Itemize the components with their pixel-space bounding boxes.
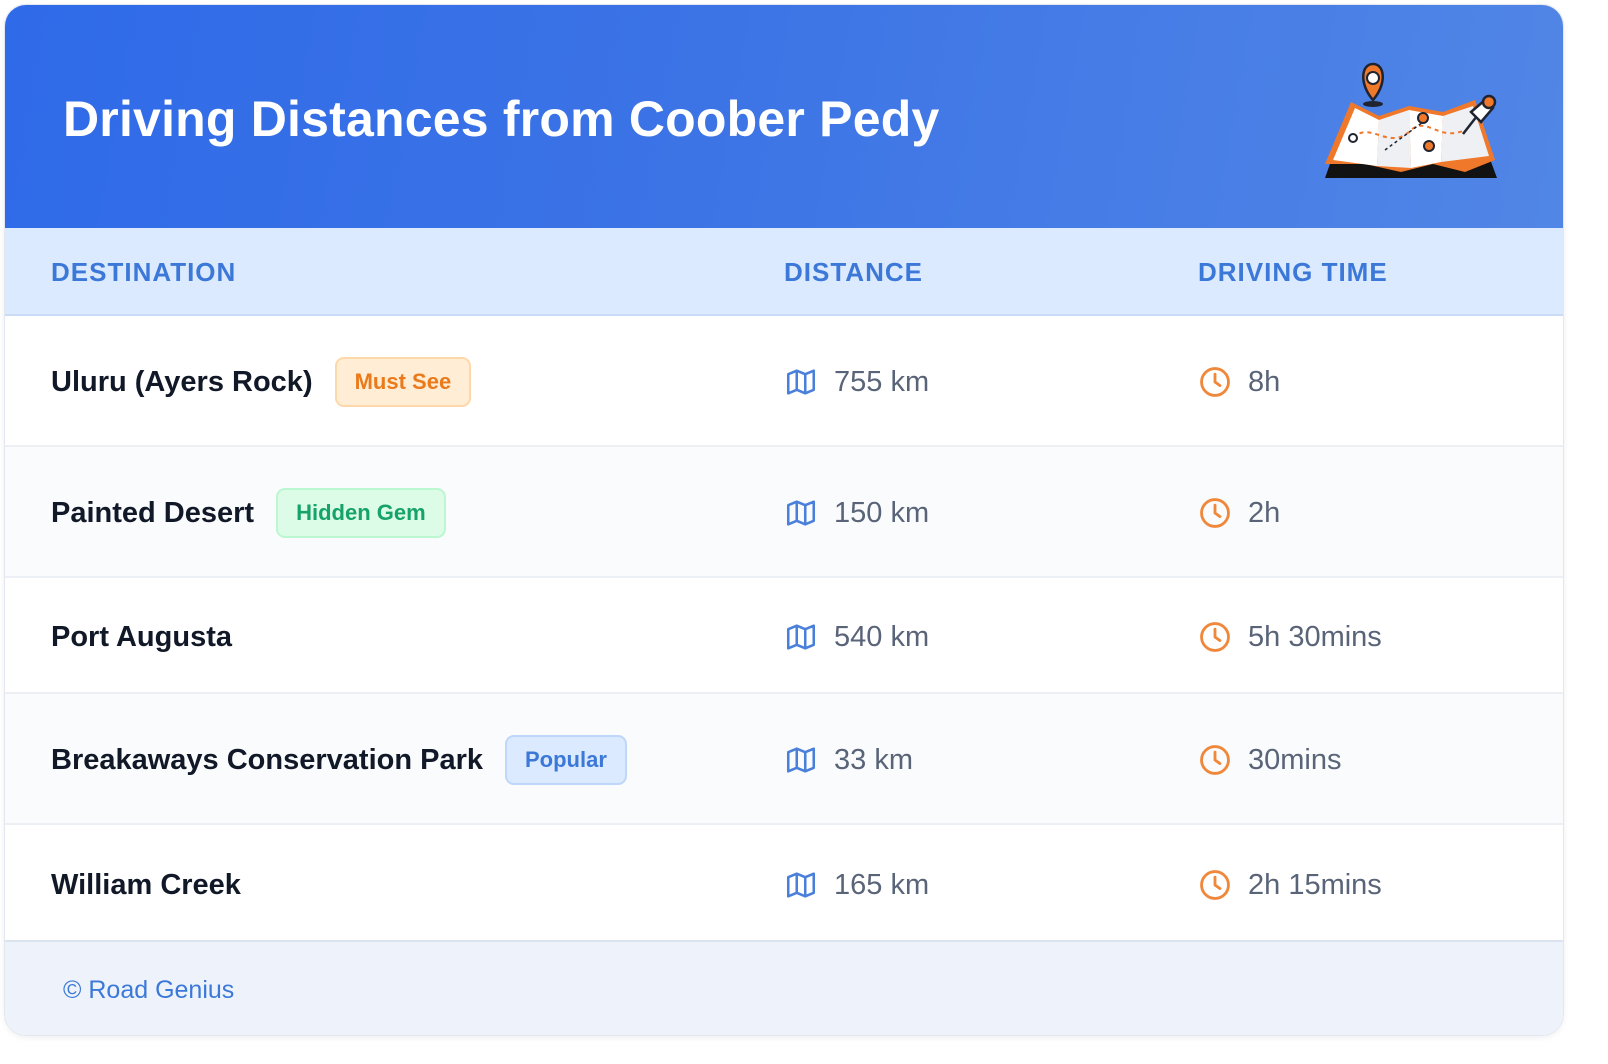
table-header: DESTINATION DISTANCE DRIVING TIME bbox=[5, 228, 1563, 316]
destination-name: Uluru (Ayers Rock) bbox=[51, 366, 313, 398]
distance-value: 150 km bbox=[834, 497, 930, 529]
distance-cell: 755 km bbox=[784, 362, 929, 402]
clock-icon bbox=[1200, 367, 1230, 397]
destination-name: Painted Desert bbox=[51, 497, 255, 529]
popular-badge: Popular bbox=[505, 735, 627, 785]
destination-cell: Breakaways Conservation Park Popular bbox=[51, 735, 627, 785]
distance-value: 33 km bbox=[834, 744, 913, 776]
destination-name: William Creek bbox=[51, 869, 241, 901]
column-header-distance: DISTANCE bbox=[784, 257, 923, 287]
destination-cell: William Creek bbox=[51, 860, 241, 910]
clock-icon bbox=[1200, 745, 1230, 775]
header-banner: Driving Distances from Coober Pedy bbox=[5, 5, 1563, 228]
map-icon bbox=[786, 369, 816, 395]
distance-cell: 540 km bbox=[784, 617, 929, 657]
driving-time-value: 30mins bbox=[1248, 744, 1342, 776]
driving-time-value: 2h 15mins bbox=[1248, 869, 1382, 901]
driving-time-cell: 30mins bbox=[1198, 740, 1342, 780]
destination-cell: Painted Desert Hidden Gem bbox=[51, 488, 446, 538]
distance-cell: 150 km bbox=[784, 493, 929, 533]
destination-name: Port Augusta bbox=[51, 621, 232, 653]
driving-time-cell: 8h bbox=[1198, 362, 1280, 402]
distance-value: 540 km bbox=[834, 621, 930, 653]
column-header-destination: DESTINATION bbox=[51, 257, 237, 287]
driving-time-cell: 2h 15mins bbox=[1198, 865, 1382, 905]
destination-cell: Uluru (Ayers Rock) Must See bbox=[51, 357, 472, 407]
column-header-driving-time: DRIVING TIME bbox=[1198, 257, 1388, 287]
map-icon bbox=[786, 500, 816, 526]
distance-value: 165 km bbox=[834, 869, 930, 901]
destination-cell: Port Augusta bbox=[51, 612, 232, 662]
clock-icon bbox=[1200, 870, 1230, 900]
distance-cell: 33 km bbox=[784, 740, 913, 780]
map-icon bbox=[786, 747, 816, 773]
driving-time-value: 8h bbox=[1248, 366, 1281, 398]
table-row: Port Augusta 540 km 5h 30mins bbox=[5, 578, 1563, 694]
clock-icon bbox=[1200, 498, 1230, 528]
table-row: Painted Desert Hidden Gem 150 km 2h bbox=[5, 447, 1563, 578]
hidden-gem-badge: Hidden Gem bbox=[276, 488, 446, 538]
table-row: Uluru (Ayers Rock) Must See 755 km 8h bbox=[5, 316, 1563, 447]
table-row: Breakaways Conservation Park Popular 33 … bbox=[5, 694, 1563, 825]
destination-name: Breakaways Conservation Park bbox=[51, 744, 483, 776]
must-see-badge: Must See bbox=[334, 357, 472, 407]
map-icon bbox=[786, 624, 816, 650]
clock-icon bbox=[1200, 622, 1230, 652]
page-title: Driving Distances from Coober Pedy bbox=[63, 91, 940, 147]
distance-value: 755 km bbox=[834, 366, 930, 398]
copyright-credit: © Road Genius bbox=[63, 976, 235, 1004]
map-icon bbox=[786, 872, 816, 898]
table-row: William Creek 165 km 2h 15mins bbox=[5, 825, 1563, 942]
folded-map-with-location-pin-icon bbox=[1325, 62, 1497, 178]
driving-time-value: 5h 30mins bbox=[1248, 621, 1382, 653]
driving-distances-card: Driving Distances from Coober Pedy DESTI… bbox=[4, 4, 1564, 1036]
distance-cell: 165 km bbox=[784, 865, 929, 905]
driving-time-cell: 2h bbox=[1198, 493, 1280, 533]
footer: © Road Genius bbox=[5, 942, 1563, 1035]
driving-time-cell: 5h 30mins bbox=[1198, 617, 1382, 657]
driving-time-value: 2h bbox=[1248, 497, 1281, 529]
